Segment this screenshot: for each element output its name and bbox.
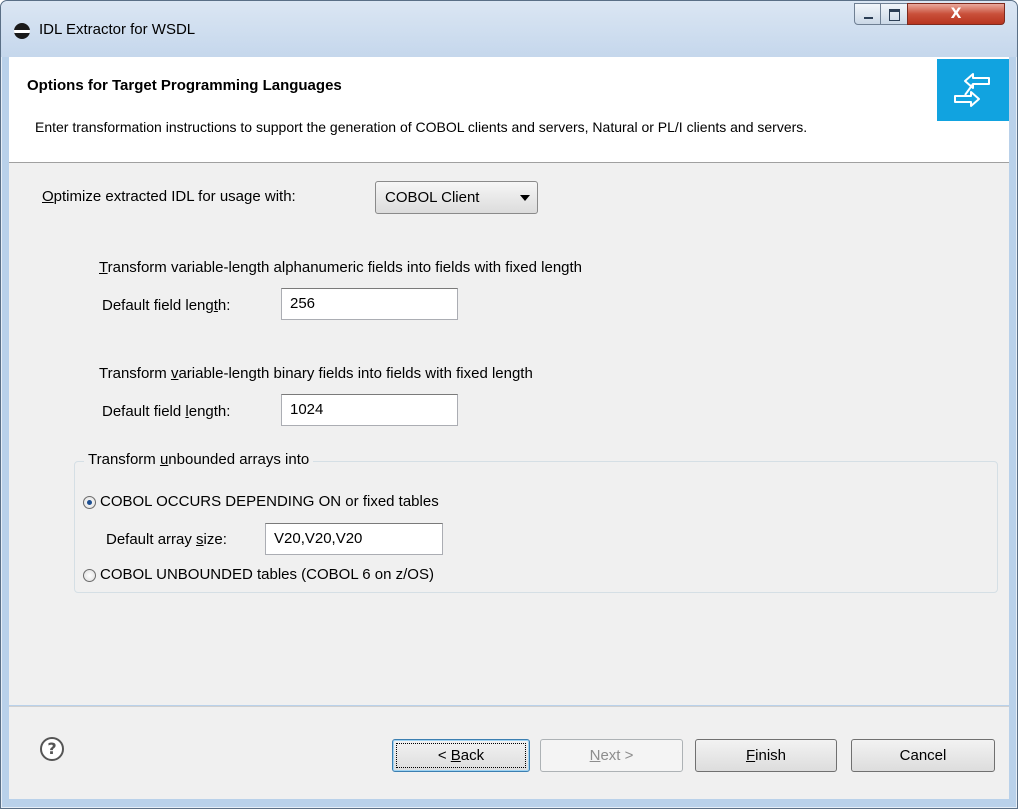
optimize-target-dropdown[interactable]: COBOL Client (375, 181, 538, 214)
occurs-depending-radio[interactable] (83, 496, 96, 509)
optimize-label: Optimize extracted IDL for usage with: (42, 188, 296, 205)
close-button[interactable]: X (907, 3, 1005, 25)
alnum-transform-heading: Transform variable-length alphanumeric f… (99, 259, 583, 276)
close-icon: X (950, 6, 962, 22)
maximize-icon (889, 9, 900, 21)
window-title: IDL Extractor for WSDL (39, 21, 196, 38)
maximize-button[interactable] (880, 3, 908, 25)
unbounded-arrays-legend: Transform unbounded arrays into (84, 451, 314, 468)
next-button[interactable]: Next > (540, 739, 683, 772)
focus-rectangle (396, 743, 526, 768)
title-bar[interactable]: IDL Extractor for WSDL X (1, 1, 1017, 57)
help-icon[interactable]: ? (40, 737, 64, 761)
unbounded-arrays-group: Transform unbounded arrays into COBOL OC… (74, 451, 998, 593)
alnum-length-label: Default field length: (102, 297, 231, 314)
cancel-button[interactable]: Cancel (851, 739, 995, 772)
button-bar: ? < Back Next > Finish Cancel (9, 706, 1009, 799)
back-button[interactable]: < Back (392, 739, 530, 772)
minimize-icon (864, 17, 873, 19)
unbounded-tables-radio[interactable] (83, 569, 96, 582)
wizard-banner: Options for Target Programming Languages… (9, 57, 1009, 163)
alnum-length-input[interactable]: 256 (281, 288, 458, 320)
chevron-down-icon (520, 195, 530, 201)
occurs-depending-label[interactable]: COBOL OCCURS DEPENDING ON or fixed table… (100, 493, 439, 510)
optimize-target-value: COBOL Client (385, 189, 480, 206)
minimize-button[interactable] (854, 3, 881, 25)
finish-button[interactable]: Finish (695, 739, 837, 772)
binary-transform-heading: Transform variable-length binary fields … (99, 365, 533, 382)
binary-length-input[interactable]: 1024 (281, 394, 458, 426)
page-title: Options for Target Programming Languages (27, 77, 342, 94)
array-size-label: Default array size: (106, 531, 227, 548)
transfer-arrows-icon (937, 59, 1009, 121)
page-description: Enter transformation instructions to sup… (35, 119, 808, 135)
unbounded-tables-label[interactable]: COBOL UNBOUNDED tables (COBOL 6 on z/OS) (100, 566, 434, 583)
dialog-window: IDL Extractor for WSDL X Options for Tar… (0, 0, 1018, 809)
options-panel: Optimize extracted IDL for usage with: C… (9, 163, 1009, 705)
array-size-input[interactable]: V20,V20,V20 (265, 523, 443, 555)
eclipse-app-icon (14, 23, 30, 39)
binary-length-label: Default field length: (102, 403, 231, 420)
